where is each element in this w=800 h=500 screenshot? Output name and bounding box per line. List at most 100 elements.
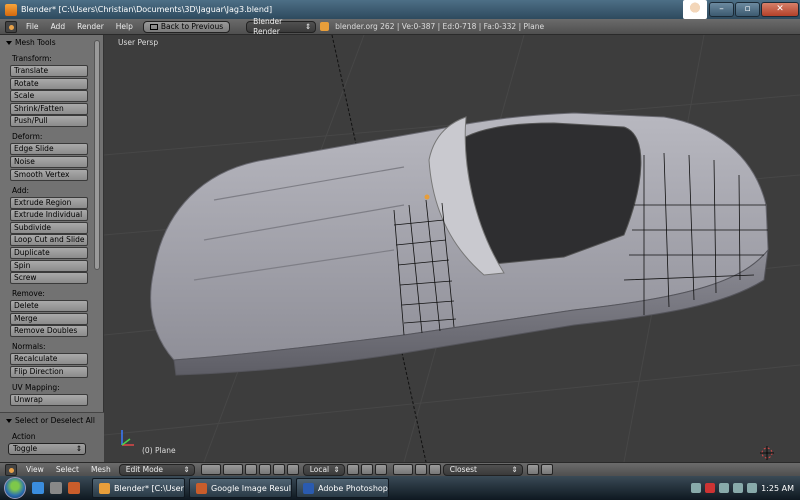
snap-target-dropdown[interactable]: Closest ⇕ (442, 463, 523, 476)
translate-button[interactable]: Translate (10, 65, 88, 77)
extrude-region-button[interactable]: Extrude Region (10, 196, 88, 209)
menu-add[interactable]: Add (45, 22, 72, 31)
snap-element-icon[interactable] (428, 464, 441, 475)
window-title-bar[interactable]: Blender* [C:\Users\Christian\Documents\3… (0, 0, 800, 19)
menu-mesh[interactable]: Mesh (85, 465, 117, 474)
section-label: Remove: (12, 289, 45, 299)
tool-shelf-scrollbar[interactable] (94, 40, 100, 270)
object-name: (0) Plane (142, 446, 176, 455)
edge-select-icon[interactable] (360, 464, 373, 475)
antivirus-icon[interactable] (705, 483, 716, 493)
task-photoshop[interactable]: Adobe Photoshop - ... (296, 478, 389, 498)
tool-shelf: Mesh Tools Transform: Translate Rotate Scal… (0, 35, 104, 462)
task-blender[interactable]: Blender* [C:\Users\... (92, 478, 185, 498)
noise-button[interactable]: Noise (10, 155, 88, 168)
menu-select[interactable]: Select (50, 465, 85, 474)
push-pull-button[interactable]: Push/Pull (10, 115, 88, 128)
operator-panel-header[interactable]: Select or Deselect All (0, 413, 104, 427)
updown-arrows-icon: ⇕ (304, 21, 312, 31)
start-button[interactable] (4, 477, 26, 499)
screen-icon (149, 23, 158, 30)
merge-button[interactable]: Merge (10, 312, 88, 325)
manipulator-icon[interactable] (244, 464, 257, 475)
edge-slide-button[interactable]: Edge Slide (10, 143, 88, 156)
editor-type-icon[interactable] (5, 20, 17, 33)
scale-manipulator-icon[interactable] (286, 464, 299, 475)
remove-doubles-button[interactable]: Remove Doubles (10, 325, 88, 338)
render-engine-dropdown[interactable]: Blender Render ⇕ (246, 17, 317, 36)
jaguar-car-mesh (150, 112, 769, 376)
menu-render[interactable]: Render (71, 22, 110, 31)
mode-value: Edit Mode (125, 464, 164, 474)
scene-stats: blender.org 262 | Ve:0-387 | Ed:0-718 | … (335, 22, 545, 31)
viewport-header: View Select Mesh Edit Mode ⇕ Local ⇕ Clo… (0, 462, 800, 476)
flip-direction-button[interactable]: Flip Direction (10, 365, 88, 378)
viewport-shading-icon[interactable] (200, 464, 221, 475)
recalculate-button[interactable]: Recalculate (10, 353, 88, 366)
section-label: Add: (12, 185, 30, 195)
proportional-edit-icon[interactable] (392, 464, 413, 475)
close-button[interactable]: ✕ (761, 2, 799, 17)
orientation-value: Local (309, 464, 330, 474)
system-tray: 1:25 AM (691, 483, 800, 493)
blender-app-icon (5, 3, 17, 16)
editor-type-icon[interactable] (5, 463, 17, 476)
minimize-button[interactable]: – (709, 2, 734, 17)
ie-icon[interactable] (32, 482, 44, 494)
windows-taskbar: Blender* [C:\Users\... Google Image Resu… (0, 476, 800, 500)
operator-panel: Select or Deselect All Action Toggle ⇕ (0, 412, 104, 462)
snap-icon[interactable] (414, 464, 427, 475)
rotate-button[interactable]: Rotate (10, 77, 88, 90)
clock[interactable]: 1:25 AM (761, 484, 794, 493)
smooth-vertex-button[interactable]: Smooth Vertex (10, 168, 88, 181)
render-animation-icon[interactable] (540, 464, 553, 475)
section-label: Transform: (12, 54, 52, 63)
loop-cut-and-slide-button[interactable]: Loop Cut and Slide (10, 234, 88, 247)
snap-target-value: Closest (449, 464, 477, 474)
rotate-manipulator-icon[interactable] (272, 464, 285, 475)
photoshop-task-icon (303, 482, 314, 494)
window-title: Blender* [C:\Users\Christian\Documents\3… (21, 5, 273, 14)
render-preview-icon[interactable] (526, 464, 539, 475)
3d-cursor-icon (760, 446, 774, 460)
language-icon[interactable] (691, 483, 702, 493)
maximize-button[interactable]: ▫ (735, 2, 760, 17)
updown-arrows-icon: ⇕ (511, 464, 518, 474)
updown-arrows-icon: ⇕ (75, 444, 82, 453)
subdivide-button[interactable]: Subdivide (10, 221, 88, 234)
blender-task-icon (99, 482, 110, 494)
firefox-icon[interactable] (68, 482, 80, 494)
mode-dropdown[interactable]: Edit Mode ⇕ (118, 463, 195, 476)
mesh-tools-title: Mesh Tools (15, 38, 56, 47)
mesh-tools-sections: Transform: Translate Rotate Scale Shrink/Fat… (0, 54, 103, 406)
menu-file[interactable]: File (20, 22, 45, 31)
viewport-canvas[interactable] (104, 35, 800, 462)
back-to-previous-button[interactable]: Back to Previous (142, 20, 231, 33)
menu-help[interactable]: Help (110, 22, 139, 31)
pivot-point-icon[interactable] (222, 464, 243, 475)
volume-icon[interactable] (733, 483, 744, 493)
screw-button[interactable]: Screw (10, 272, 88, 285)
show-desktop-icon[interactable] (50, 482, 62, 494)
shrink-fatten-button[interactable]: Shrink/Fatten (10, 102, 88, 115)
scale-button[interactable]: Scale (10, 90, 88, 103)
spin-button[interactable]: Spin (10, 259, 88, 272)
3d-viewport[interactable]: User Persp (0) Plane (104, 35, 800, 462)
orientation-dropdown[interactable]: Local ⇕ (302, 463, 345, 476)
face-select-icon[interactable] (374, 464, 387, 475)
task-blender-label: Blender* [C:\Users\... (114, 483, 184, 493)
power-icon[interactable] (747, 483, 758, 493)
task-firefox[interactable]: Google Image Resul... (189, 478, 292, 498)
duplicate-button[interactable]: Duplicate (10, 246, 88, 259)
vertex-select-icon[interactable] (346, 464, 359, 475)
network-icon[interactable] (719, 483, 730, 493)
extrude-individual-button[interactable]: Extrude Individual (10, 209, 88, 222)
action-dropdown[interactable]: Toggle ⇕ (8, 443, 86, 455)
translate-manipulator-icon[interactable] (258, 464, 271, 475)
delete-button[interactable]: Delete (10, 300, 88, 313)
firefox-task-icon (196, 482, 207, 494)
menu-view[interactable]: View (20, 465, 50, 474)
unwrap-button[interactable]: Unwrap (10, 393, 88, 406)
blender-logo-icon (320, 22, 330, 31)
mesh-tools-panel-header[interactable]: Mesh Tools (0, 35, 103, 49)
